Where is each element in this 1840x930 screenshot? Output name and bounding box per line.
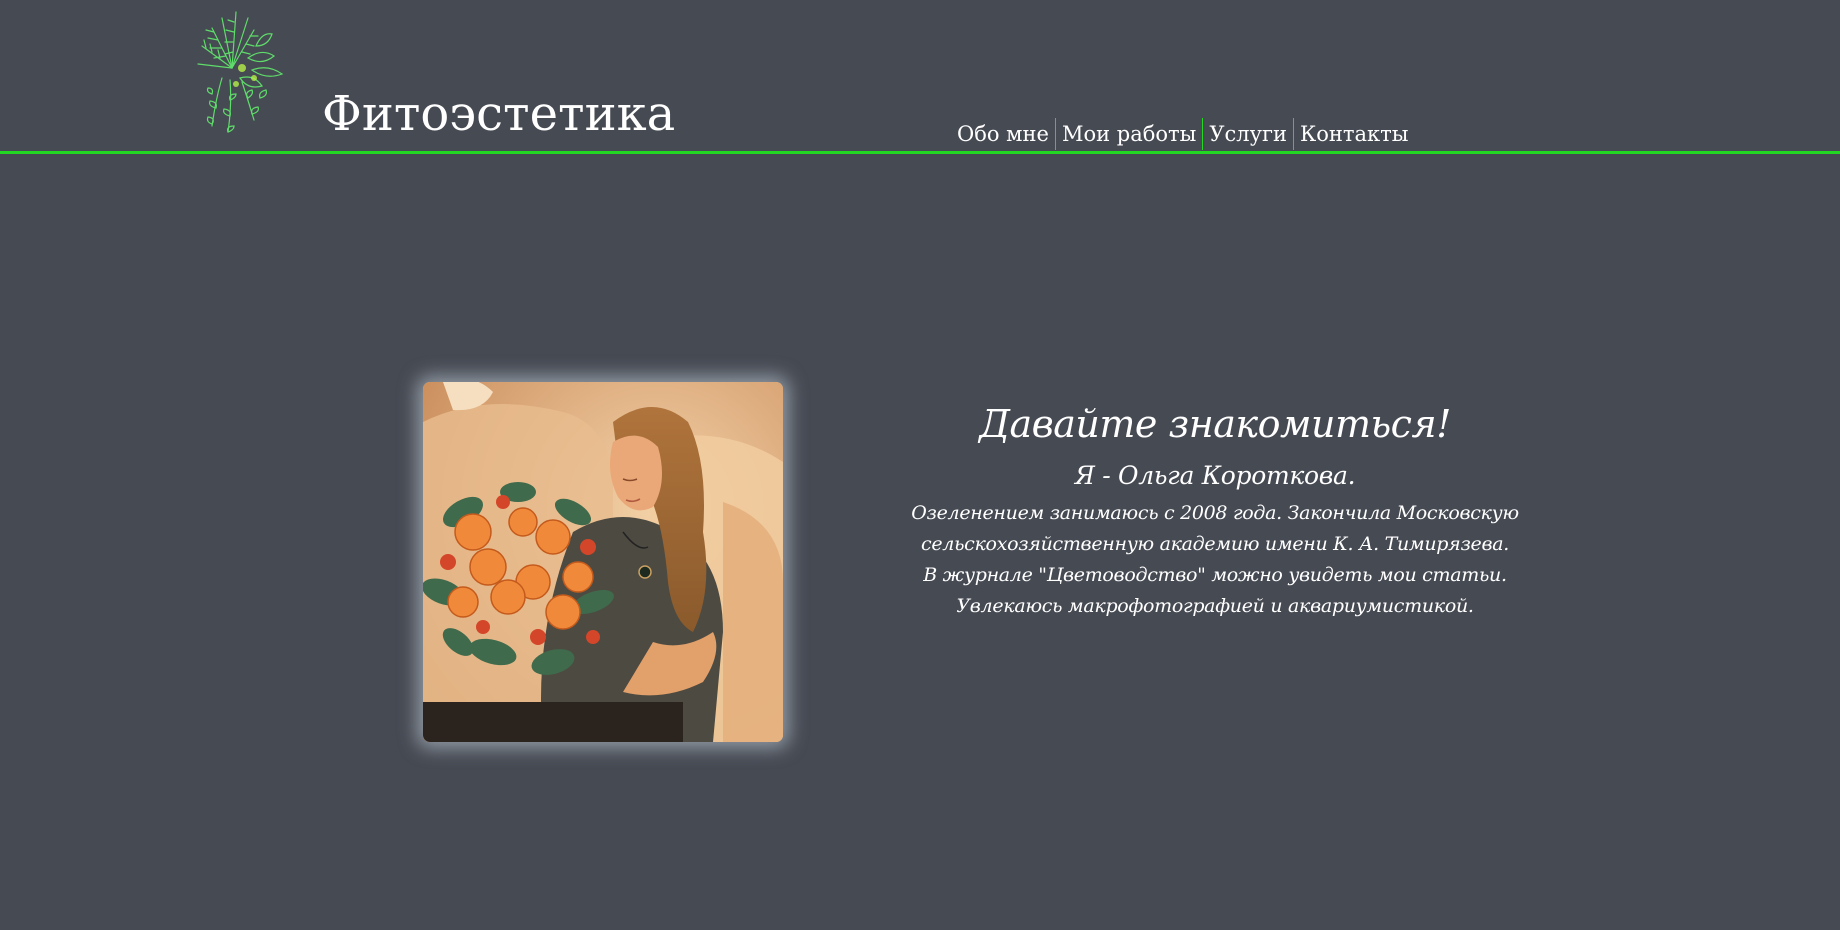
intro-heading: Давайте знакомиться! (979, 402, 1451, 446)
intro-text-line: Увлекаюсь макрофотографией и аквариумист… (956, 595, 1474, 617)
intro-block: Давайте знакомиться! Я - Ольга Короткова… (900, 392, 1530, 622)
nav-item-works[interactable]: Мои работы (1056, 118, 1202, 150)
nav-item-about[interactable]: Обо мне (951, 118, 1055, 150)
intro-text-line: Озеленением занимаюсь с 2008 года. Закон… (911, 502, 1519, 524)
plant-logo-icon[interactable] (192, 8, 292, 140)
nav-item-contacts[interactable]: Контакты (1294, 118, 1415, 150)
intro-text-line: В журнале "Цветоводство" можно увидеть м… (923, 564, 1507, 586)
main-nav: Обо мне Мои работы Услуги Контакты (951, 118, 1414, 150)
intro-text-line: сельскохозяйственную академию имени К. А… (921, 533, 1509, 555)
nav-item-services[interactable]: Услуги (1203, 118, 1293, 150)
intro-name: Я - Ольга Короткова. (1074, 461, 1356, 490)
site-title[interactable]: Фитоэстетика (322, 84, 675, 144)
profile-photo (423, 382, 783, 742)
site-header: Фитоэстетика Обо мне Мои работы Услуги К… (0, 0, 1840, 154)
